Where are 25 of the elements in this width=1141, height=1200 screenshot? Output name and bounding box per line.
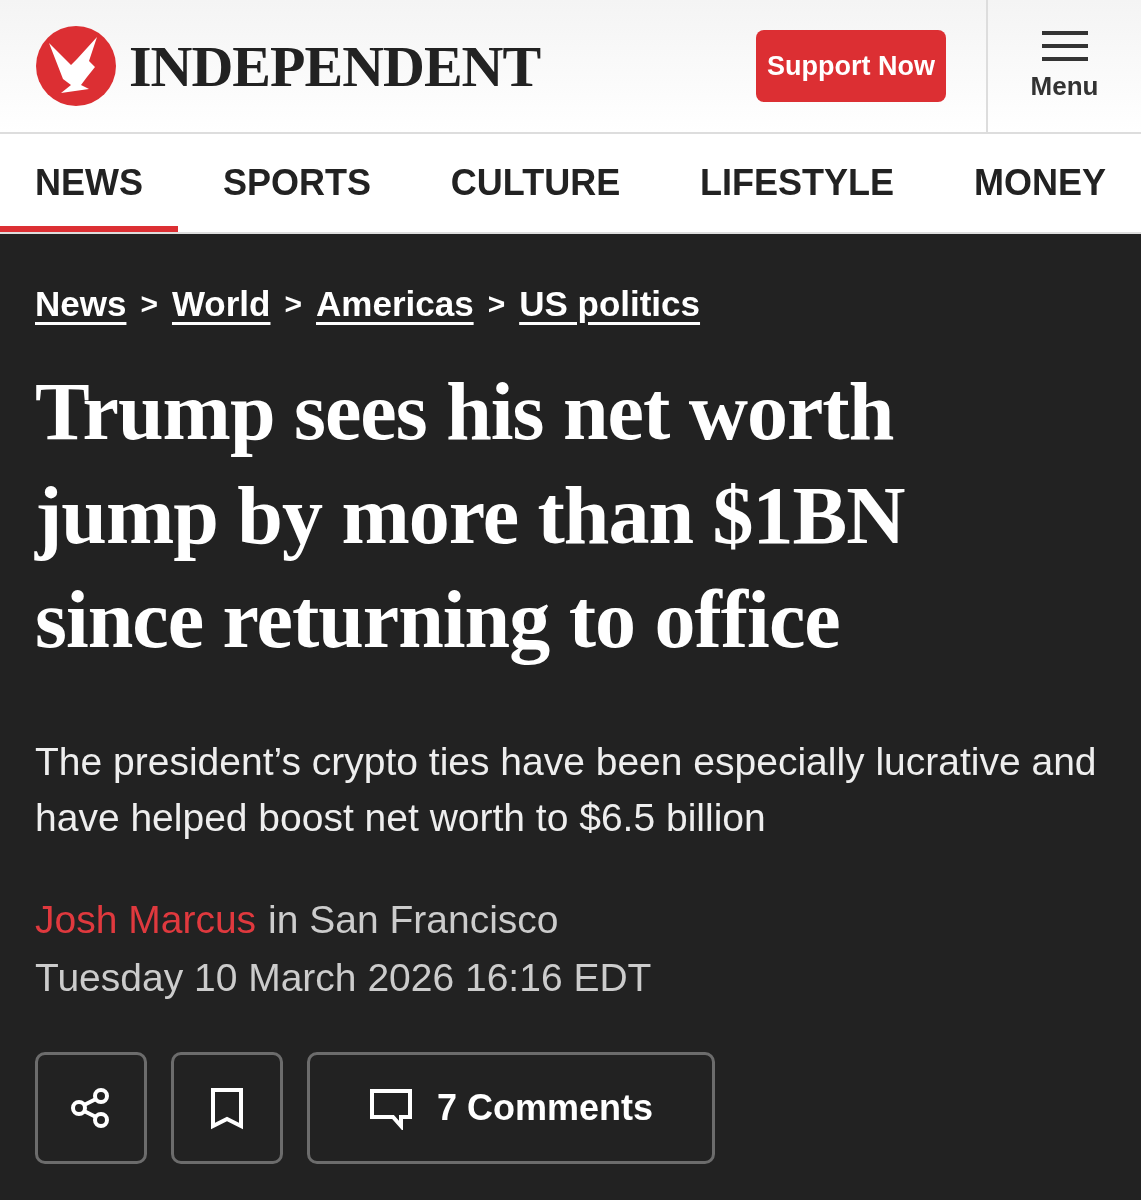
nav-tab[interactable]: SPORTS — [187, 134, 406, 232]
support-button[interactable]: Support Now — [756, 30, 946, 102]
breadcrumb-link[interactable]: Americas — [316, 284, 474, 324]
nav-tab[interactable]: MONEY — [939, 134, 1141, 232]
breadcrumb-link[interactable]: US politics — [519, 284, 701, 324]
publish-date: Tuesday 10 March 2026 16:16 EDT — [35, 956, 653, 1000]
breadcrumb-separator: > — [487, 287, 506, 321]
logo-text: INDEPENDENT — [129, 32, 541, 100]
bookmark-button[interactable] — [171, 1052, 283, 1164]
breadcrumb-separator: > — [284, 287, 302, 321]
headline: Trump sees his net worth jump by more than $1BN since returning to office — [35, 365, 906, 667]
breadcrumb-link[interactable]: News — [35, 284, 127, 324]
nav-tab[interactable]: LIFESTYLE — [665, 134, 930, 232]
location-text: in San Francisco — [268, 898, 559, 942]
speech-bubble-icon — [368, 1086, 413, 1130]
share-button[interactable] — [35, 1052, 147, 1164]
breadcrumb-link[interactable]: World — [171, 284, 271, 324]
nav-tab[interactable]: CULTURE — [415, 134, 656, 232]
author-link[interactable]: Josh Marcus — [35, 898, 257, 942]
menu-button[interactable]: Menu — [986, 0, 1141, 132]
menu-icon — [1041, 30, 1088, 61]
nav-tab[interactable]: NEWS — [0, 134, 178, 232]
comments-button[interactable]: 7 Comments — [307, 1052, 715, 1164]
standfirst: The president’s crypto ties have been especially lucrative and have helped boost net worth to $6.5 billion — [35, 739, 1098, 841]
breadcrumb-separator: > — [140, 287, 158, 321]
